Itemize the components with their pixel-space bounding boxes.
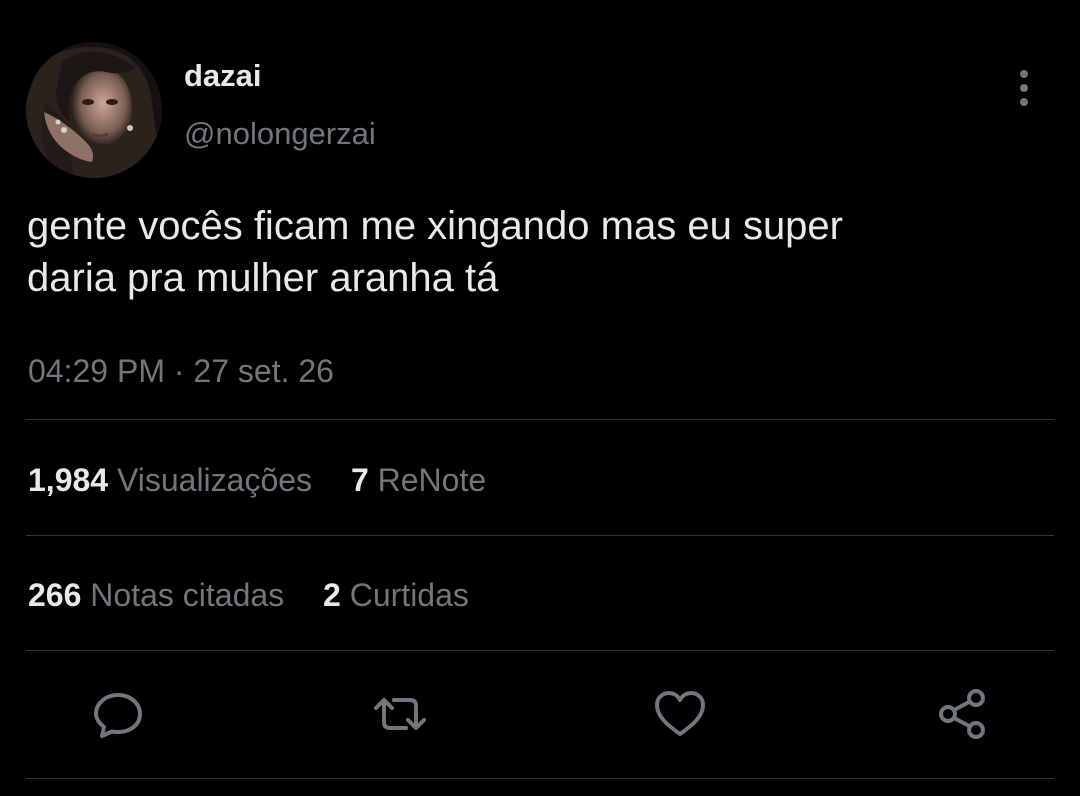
renotes-count: 7: [350, 462, 369, 498]
likes-stat[interactable]: 2 Curtidas: [323, 577, 469, 613]
likes-label: Curtidas: [349, 577, 469, 613]
meta-separator: ·: [173, 353, 185, 389]
tweet-date: 27 set. 26: [193, 353, 334, 389]
display-name[interactable]: dazai: [184, 58, 262, 94]
renotes-label: ReNote: [377, 462, 487, 498]
divider: [26, 650, 1054, 651]
user-handle[interactable]: @nolongerzai: [184, 116, 376, 152]
views-count: 1,984: [28, 462, 109, 498]
divider: [26, 778, 1054, 779]
stats-row-engagement: 266 Notas citadas 2 Curtidas: [28, 575, 499, 615]
renotes-stat[interactable]: 7 ReNote: [351, 462, 486, 498]
reply-button[interactable]: [90, 686, 146, 742]
share-button[interactable]: [936, 686, 992, 742]
quotes-stat[interactable]: 266 Notas citadas: [28, 577, 293, 613]
tweet-time: 04:29 PM: [28, 353, 165, 389]
like-button[interactable]: [652, 686, 708, 742]
quotes-label: Notas citadas: [90, 577, 285, 613]
likes-count: 2: [323, 577, 341, 613]
renote-button[interactable]: [372, 686, 428, 742]
reply-bubble-icon: [94, 693, 142, 738]
renote-arrows-icon: [374, 698, 426, 730]
share-nodes-icon: [939, 689, 985, 739]
heart-icon: [655, 691, 705, 736]
views-stat[interactable]: 1,984 Visualizações: [28, 462, 321, 498]
views-label: Visualizações: [116, 462, 313, 498]
avatar[interactable]: [26, 42, 162, 178]
more-options-button[interactable]: [1002, 64, 1046, 112]
stats-row-views: 1,984 Visualizações 7 ReNote: [28, 460, 516, 500]
tweet-timestamp[interactable]: 04:29 PM · 27 set. 26: [28, 351, 334, 391]
divider: [26, 419, 1054, 420]
tweet-text: gente vocês ficam me xingando mas eu sup…: [27, 204, 843, 300]
quotes-count: 266: [28, 577, 82, 613]
divider: [26, 535, 1054, 536]
more-vertical-icon: [1020, 70, 1028, 106]
